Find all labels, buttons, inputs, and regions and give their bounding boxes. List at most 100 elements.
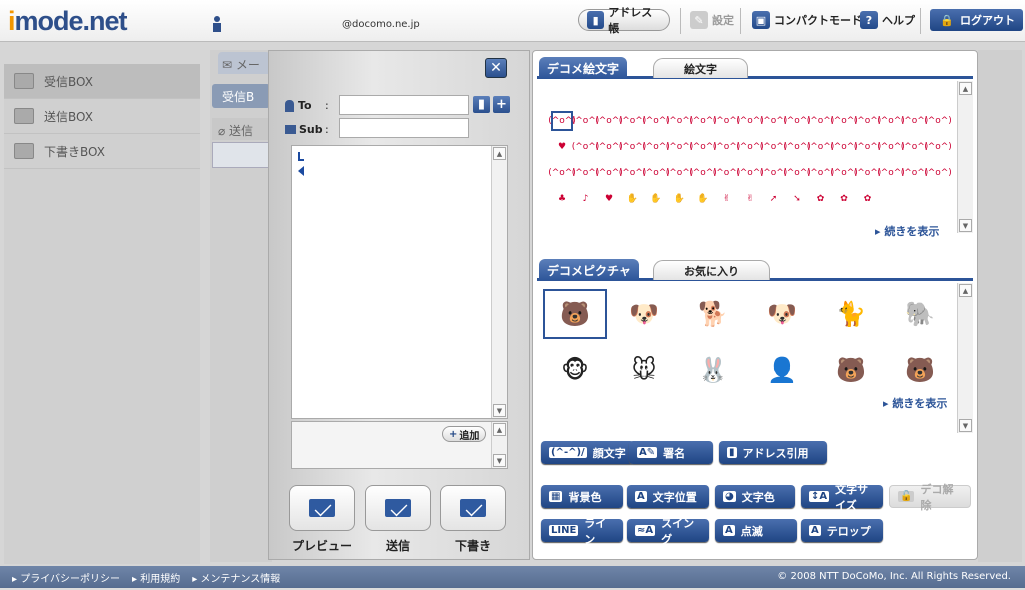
body-scrollbar[interactable]: ▲ ▼ xyxy=(491,146,507,418)
emoji-item[interactable]: (^o^) xyxy=(548,111,576,131)
tab-favorites[interactable]: お気に入り xyxy=(653,260,770,280)
close-button[interactable]: ✕ xyxy=(485,58,507,78)
picture-more-link[interactable]: ▸ 続きを表示 xyxy=(883,395,947,411)
emoji-item[interactable]: (^o^) xyxy=(901,111,929,131)
emoji-item[interactable]: (^o^) xyxy=(877,137,905,157)
emoji-item[interactable]: ✋ xyxy=(645,189,667,209)
tab-emoji[interactable]: 絵文字 xyxy=(653,58,748,78)
emoji-item[interactable]: (^o^) xyxy=(830,137,858,157)
privacy-policy-link[interactable]: ▸ プライバシーポリシー xyxy=(12,570,120,585)
picture-scrollbar[interactable]: ▲ ▼ xyxy=(957,283,973,433)
text-size-button[interactable]: ↕A 文字サイズ xyxy=(801,483,883,512)
emoji-item[interactable]: (^o^) xyxy=(807,137,835,157)
emoji-item[interactable]: ✿ xyxy=(810,189,832,209)
send-button[interactable] xyxy=(365,485,431,531)
deco-picture-item[interactable]: 🐵 xyxy=(543,345,607,395)
deco-picture-item[interactable]: 🐻 xyxy=(888,345,952,395)
emoji-item[interactable]: ➘ xyxy=(786,189,808,209)
signature-button[interactable]: A✎ 署名 xyxy=(629,441,713,464)
emoji-item[interactable]: (^o^) xyxy=(619,163,647,183)
swing-button[interactable]: ≈A スイング xyxy=(627,517,709,546)
emoji-item[interactable]: (^o^) xyxy=(548,163,576,183)
emoji-item[interactable]: (^o^) xyxy=(924,111,952,131)
address-book-picker-button[interactable]: ▮ xyxy=(473,96,490,113)
subject-input[interactable] xyxy=(339,118,469,138)
address-quote-button[interactable]: ▮ アドレス引用 xyxy=(719,441,827,464)
emoji-item[interactable]: (^o^) xyxy=(854,137,882,157)
emoji-item[interactable]: (^o^) xyxy=(736,137,764,157)
emoji-item[interactable]: (^o^) xyxy=(877,163,905,183)
to-input[interactable] xyxy=(339,95,469,115)
deco-picture-item[interactable]: 🐻 xyxy=(819,345,883,395)
kaomoji-button[interactable]: (^-^)/顔文字 xyxy=(541,441,634,464)
emoji-item[interactable]: (^o^) xyxy=(666,163,694,183)
emoji-item[interactable]: (^o^) xyxy=(642,163,670,183)
emoji-item[interactable]: (^o^) xyxy=(595,111,623,131)
text-color-button[interactable]: ◕ 文字色 xyxy=(715,485,795,508)
emoji-item[interactable]: (^o^) xyxy=(642,111,670,131)
address-book-button[interactable]: ▮ アドレス帳 xyxy=(578,6,670,35)
terms-link[interactable]: ▸ 利用規約 xyxy=(132,570,180,585)
deco-picture-item[interactable]: 👤 xyxy=(750,345,814,395)
emoji-item[interactable]: (^o^) xyxy=(901,137,929,157)
emoji-item[interactable]: ♥ xyxy=(551,137,573,157)
scroll-up-icon[interactable]: ▲ xyxy=(959,284,972,297)
save-draft-button[interactable] xyxy=(440,485,506,531)
add-attachment-button[interactable]: + 追加 xyxy=(442,426,487,442)
emoji-item[interactable]: (^o^) xyxy=(666,137,694,157)
emoji-item[interactable]: ♣ xyxy=(551,189,573,209)
logout-button[interactable]: 🔒 ログアウト xyxy=(930,9,1023,31)
deco-picture-item[interactable]: 🐻 xyxy=(543,289,607,339)
emoji-more-link[interactable]: ▸ 続きを表示 xyxy=(875,223,939,239)
emoji-item[interactable]: (^o^) xyxy=(736,111,764,131)
emoji-item[interactable]: (^o^) xyxy=(689,111,717,131)
scroll-down-icon[interactable]: ▼ xyxy=(959,419,972,432)
text-position-button[interactable]: A 文字位置 xyxy=(627,485,709,508)
attachment-scrollbar[interactable]: ▲ ▼ xyxy=(491,422,507,468)
add-recipient-button[interactable]: + xyxy=(493,96,510,113)
emoji-item[interactable]: (^o^) xyxy=(642,137,670,157)
scroll-up-icon[interactable]: ▲ xyxy=(493,423,506,436)
emoji-item[interactable]: (^o^) xyxy=(713,163,741,183)
sidebar-item-sent[interactable]: 送信BOX xyxy=(4,99,200,134)
emoji-item[interactable]: (^o^) xyxy=(666,111,694,131)
emoji-item[interactable]: ♪ xyxy=(575,189,597,209)
emoji-item[interactable]: (^o^) xyxy=(572,111,600,131)
emoji-item[interactable]: ✿ xyxy=(857,189,879,209)
blink-button[interactable]: A 点滅 xyxy=(715,519,797,542)
emoji-scrollbar[interactable]: ▲ ▼ xyxy=(957,81,973,233)
sidebar-item-inbox[interactable]: 受信BOX xyxy=(4,64,200,99)
emoji-item[interactable]: (^o^) xyxy=(760,137,788,157)
line-button[interactable]: LINE ライン xyxy=(541,517,623,546)
emoji-item[interactable]: (^o^) xyxy=(713,111,741,131)
sidebar-item-drafts[interactable]: 下書きBOX xyxy=(4,134,200,169)
emoji-item[interactable]: (^o^) xyxy=(854,163,882,183)
deco-picture-item[interactable]: 🐶 xyxy=(612,289,676,339)
emoji-item[interactable]: (^o^) xyxy=(689,137,717,157)
telop-button[interactable]: A テロップ xyxy=(801,519,883,542)
emoji-item[interactable]: ✋ xyxy=(622,189,644,209)
deco-picture-item[interactable]: 🐭 xyxy=(612,345,676,395)
deco-picture-item[interactable]: 🐘 xyxy=(888,289,952,339)
tab-deco-emoji[interactable]: デコメ絵文字 xyxy=(539,57,628,79)
preview-button[interactable] xyxy=(289,485,355,531)
emoji-item[interactable]: (^o^) xyxy=(689,163,717,183)
scroll-down-icon[interactable]: ▼ xyxy=(959,219,972,232)
compact-mode-button[interactable]: ▣ コンパクトモード xyxy=(752,9,862,31)
emoji-item[interactable]: ✌ xyxy=(739,189,761,209)
deco-picture-item[interactable]: 🐶 xyxy=(750,289,814,339)
bg-color-button[interactable]: ▦ 背景色 xyxy=(541,485,623,508)
emoji-item[interactable]: (^o^) xyxy=(595,137,623,157)
scroll-down-icon[interactable]: ▼ xyxy=(493,404,506,417)
scroll-down-icon[interactable]: ▼ xyxy=(493,454,506,467)
message-body[interactable]: ▲ ▼ xyxy=(291,145,508,419)
emoji-item[interactable]: (^o^) xyxy=(619,137,647,157)
emoji-item[interactable]: ✋ xyxy=(669,189,691,209)
emoji-item[interactable]: (^o^) xyxy=(783,137,811,157)
scroll-up-icon[interactable]: ▲ xyxy=(959,82,972,95)
emoji-item[interactable]: (^o^) xyxy=(760,163,788,183)
tab-deco-picture[interactable]: デコメピクチャ xyxy=(539,259,639,281)
emoji-item[interactable]: ✿ xyxy=(833,189,855,209)
emoji-item[interactable]: (^o^) xyxy=(901,163,929,183)
maintenance-link[interactable]: ▸ メンテナンス情報 xyxy=(192,570,280,585)
